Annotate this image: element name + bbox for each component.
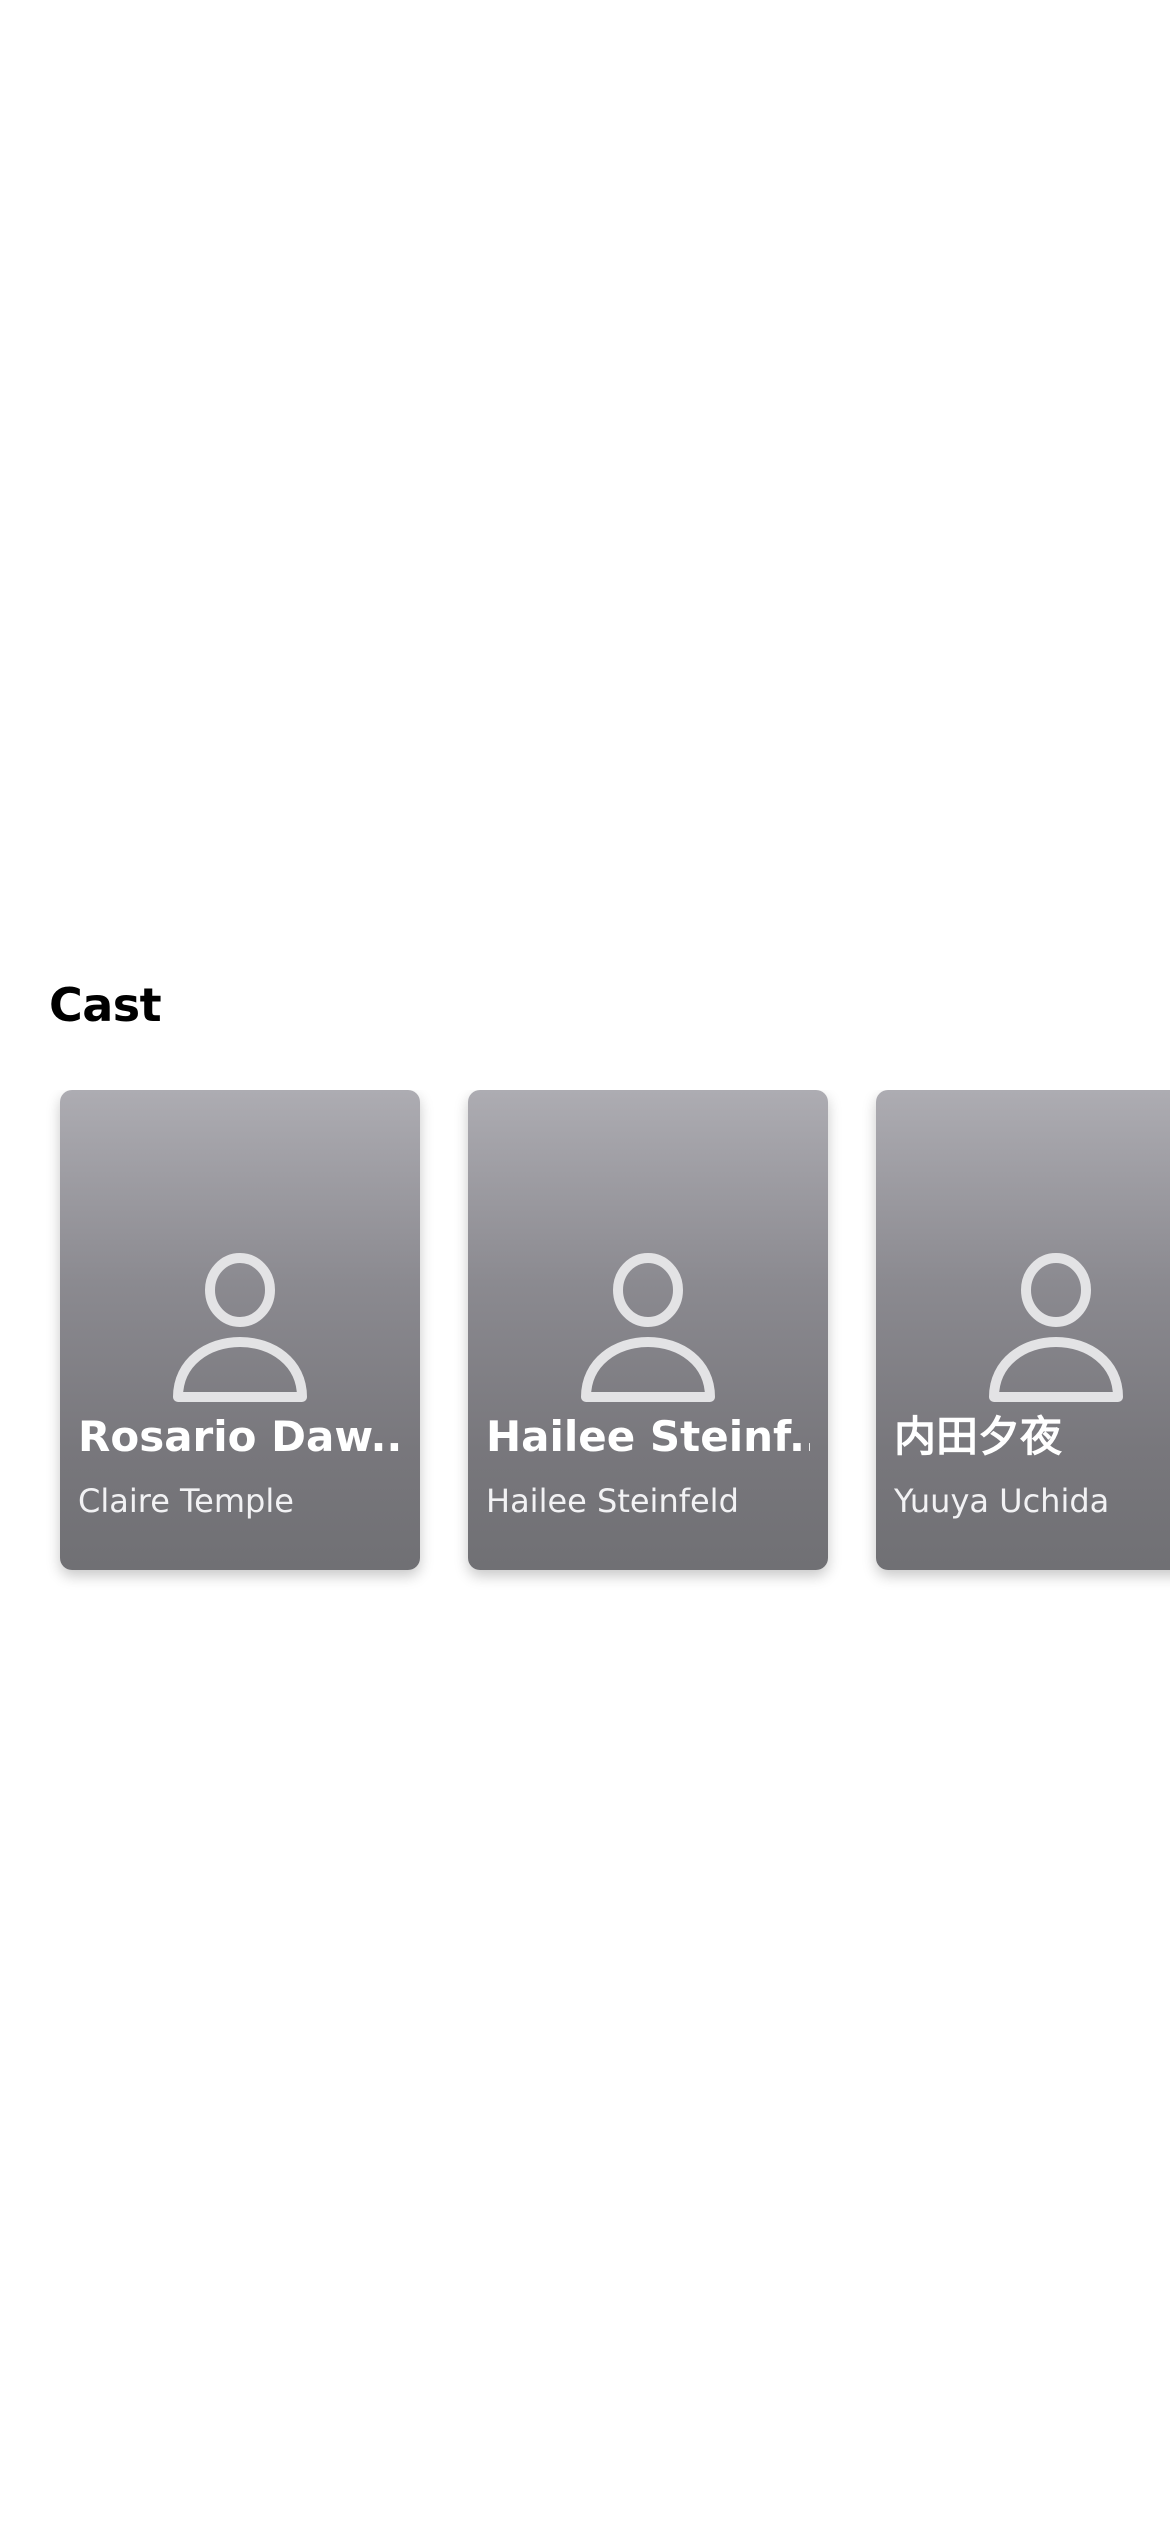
screen: Cast Rosario Daw... Claire Temple Hailee… [0,0,1170,2532]
actor-name: Hailee Steinf... [486,1412,810,1461]
cast-card[interactable]: Rosario Daw... Claire Temple [60,1090,420,1570]
person-icon [581,1253,715,1402]
actor-name: 内田夕夜 [894,1412,1063,1461]
character-name: Claire Temple [78,1482,294,1520]
actor-name: Rosario Daw... [78,1412,402,1461]
cast-card[interactable]: Hailee Steinf... Hailee Steinfeld [468,1090,828,1570]
cast-section-title: Cast [49,978,162,1032]
person-icon [989,1253,1123,1402]
character-name: Yuuya Uchida [894,1482,1110,1520]
character-name: Hailee Steinfeld [486,1482,739,1520]
cast-carousel[interactable]: Rosario Daw... Claire Temple Hailee Stei… [0,1090,1170,1610]
cast-card[interactable]: 内田夕夜 Yuuya Uchida [876,1090,1170,1570]
person-icon [173,1253,307,1402]
